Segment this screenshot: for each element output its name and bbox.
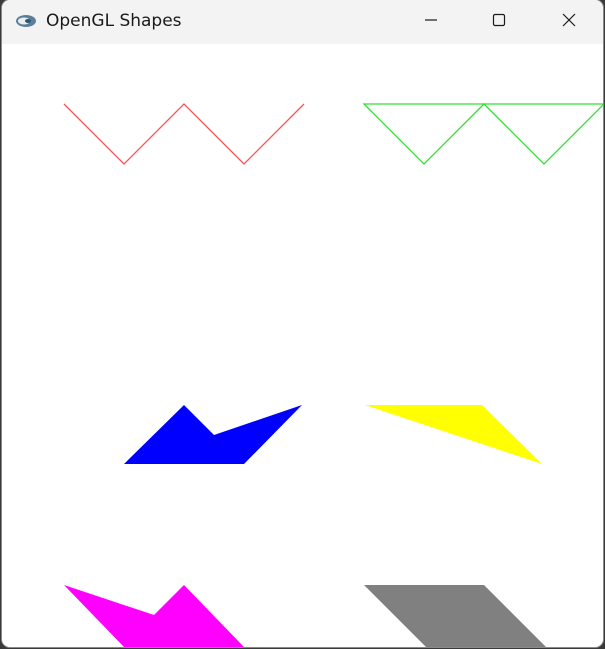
magenta-polygon bbox=[64, 585, 244, 647]
green-triangle-outlines bbox=[362, 103, 603, 165]
maximize-icon bbox=[491, 12, 507, 33]
title-bar[interactable]: OpenGL Shapes bbox=[2, 0, 603, 44]
gray-parallelogram bbox=[364, 585, 546, 647]
maximize-button[interactable] bbox=[465, 0, 533, 44]
yellow-triangle bbox=[365, 405, 542, 464]
gl-canvas[interactable] bbox=[2, 44, 603, 647]
close-icon bbox=[561, 12, 577, 33]
window-title: OpenGL Shapes bbox=[46, 11, 182, 31]
minimize-button[interactable] bbox=[397, 0, 465, 44]
red-line-strip bbox=[63, 103, 305, 165]
green-triangle-outline bbox=[362, 103, 486, 165]
minimize-icon bbox=[423, 12, 439, 33]
close-button[interactable] bbox=[535, 0, 603, 44]
opengl-window: OpenGL Shapes bbox=[2, 0, 603, 647]
green-triangle-outline bbox=[482, 103, 603, 165]
blue-polygon bbox=[124, 405, 302, 464]
opengl-app-icon bbox=[15, 13, 37, 29]
